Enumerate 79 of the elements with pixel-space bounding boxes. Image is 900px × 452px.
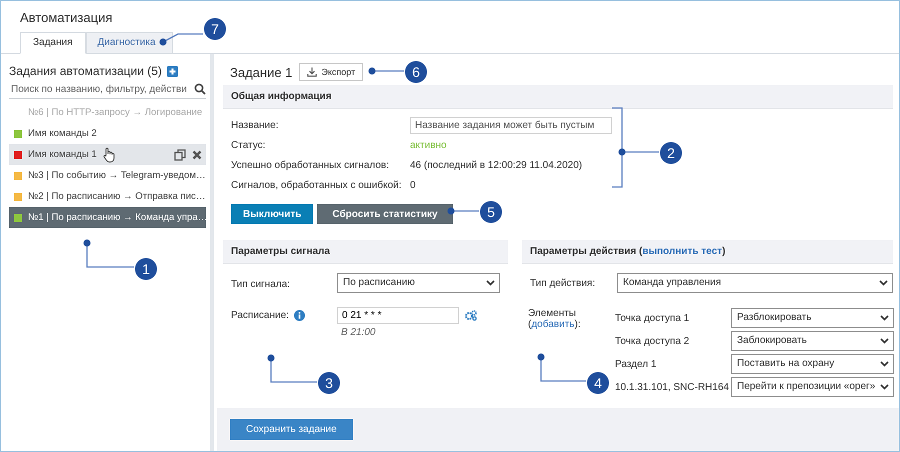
leader-line (538, 354, 586, 382)
reset-button[interactable]: Сбросить статистику (317, 204, 453, 224)
command-dropdown[interactable]: Разблокировать (731, 308, 894, 328)
callout-number: 1 (135, 258, 157, 280)
export-button[interactable]: Экспорт (299, 63, 364, 81)
leader-line (84, 240, 134, 268)
section-header: ) (722, 246, 726, 257)
field-value: 0 (410, 180, 416, 190)
callout-number: 3 (318, 372, 340, 394)
element-name: Раздел 1 (615, 358, 658, 370)
field-label: Статус: (231, 140, 266, 150)
chevron-icon (880, 315, 890, 321)
add-icon[interactable] (166, 66, 178, 76)
disable-button[interactable]: Выключить (231, 204, 314, 224)
schedule-hint: В 21:00 (340, 326, 376, 338)
field-label: Тип сигнала: (231, 278, 291, 290)
field-label: Тип действия: (530, 278, 596, 288)
section-header: Общая информация (223, 85, 893, 109)
section-header: Параметры действия ( (530, 246, 642, 257)
task-item[interactable]: Имя команды 1 (9, 144, 206, 165)
chevron-icon (880, 338, 890, 344)
copy-icon[interactable] (174, 148, 186, 160)
add-link[interactable]: добавить (531, 319, 574, 330)
name-field[interactable]: Название задания может быть пустым (410, 116, 612, 134)
callout-number: 6 (405, 61, 427, 83)
chevron-icon (880, 384, 890, 390)
chevron-icon (880, 361, 890, 367)
field-label: Сигналов, обработанных с ошибкой: (231, 180, 403, 190)
gears-icon[interactable] (465, 310, 477, 321)
task-label: Имя команды 1 (28, 149, 97, 160)
field-label: Название: (231, 120, 280, 130)
task-title: Задание 1 (230, 64, 292, 80)
task-label: №2 | По расписанию → Отправка пис… (28, 191, 206, 202)
field-label: Успешно обработанных сигналов: (231, 160, 390, 170)
leader-line (268, 354, 317, 383)
run-test-link[interactable]: выполнить тест (642, 246, 722, 257)
leader-line (448, 208, 479, 214)
leader-line (160, 33, 203, 46)
command-dropdown[interactable]: Поставить на охрану (731, 354, 894, 374)
chevron-icon (879, 280, 888, 286)
schedule-field[interactable]: 0 21 * * * (337, 307, 459, 324)
callout-number: 7 (204, 18, 226, 40)
search-icon[interactable] (194, 83, 206, 95)
info-icon[interactable] (294, 310, 305, 321)
task-item[interactable]: №1 | По расписанию → Команда упра… (9, 207, 206, 228)
task-label: №6 | По HTTP-запросу → Логирование (28, 107, 202, 118)
task-item[interactable]: Имя команды 2 (9, 123, 206, 144)
element-name: Точка доступа 1 (615, 312, 690, 324)
element-name: 10.1.31.101, SNC-RH164 (615, 382, 730, 392)
field-label: ): (574, 319, 581, 330)
signal-type-dropdown[interactable]: По расписанию (337, 273, 500, 293)
field-value: 46 (последний в 12:00:29 11.04.2020) (410, 160, 582, 170)
task-item[interactable]: №3 | По событию → Telegram-уведом… (9, 165, 206, 186)
command-dropdown[interactable]: Перейти к препозиции «opeг» (731, 377, 894, 397)
task-label: №3 | По событию → Telegram-уведом… (28, 170, 206, 181)
callout-number: 4 (587, 372, 609, 394)
task-label: №1 | По расписанию → Команда упра… (28, 212, 208, 223)
delete-icon[interactable] (192, 150, 202, 160)
task-item[interactable]: №2 | По расписанию → Отправка пис… (9, 186, 206, 207)
field-label: Элементы (528, 308, 577, 319)
status-value: активно (410, 140, 447, 150)
section-header: Параметры сигнала (223, 240, 508, 264)
task-label: Имя команды 2 (28, 128, 97, 139)
callout-number: 5 (480, 201, 502, 223)
command-dropdown[interactable]: Заблокировать (731, 331, 894, 351)
field-label: ( (528, 319, 532, 330)
callout-number: 2 (660, 142, 682, 164)
download-icon (307, 67, 318, 77)
save-button[interactable]: Сохранить задание (230, 419, 353, 440)
list-title: Задания автоматизации (5) (9, 64, 162, 78)
element-name: Точка доступа 2 (615, 336, 690, 346)
action-type-dropdown[interactable]: Команда управления (617, 273, 893, 293)
field-label: Расписание: (231, 310, 289, 321)
chevron-icon (486, 280, 495, 286)
page-title: Автоматизация (20, 10, 112, 25)
hand-cursor-icon (102, 146, 115, 162)
leader-line (368, 68, 404, 74)
tab[interactable]: Диагностика (86, 32, 173, 54)
tab[interactable]: Задания (20, 32, 86, 54)
